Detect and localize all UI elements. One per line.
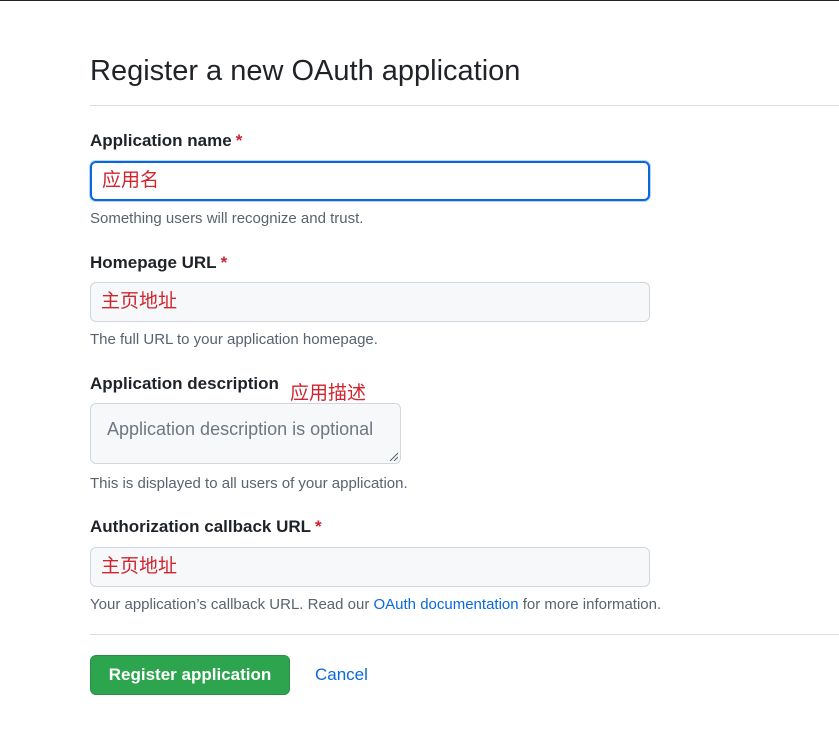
required-mark: * [235, 131, 243, 150]
title-divider [90, 105, 839, 106]
homepage-url-hint: The full URL to your application homepag… [90, 331, 378, 348]
resize-grip-icon[interactable] [388, 451, 398, 461]
register-application-button[interactable]: Register application [90, 655, 290, 695]
homepage-url-input[interactable]: 主页地址 [90, 282, 650, 322]
description-textarea[interactable]: Application description is optional [90, 403, 401, 464]
required-mark: * [315, 517, 322, 536]
description-label: Application description [90, 374, 279, 393]
callback-hint-suffix: for more information. [518, 596, 662, 613]
description-annotation: 应用描述 [290, 383, 367, 404]
cancel-button[interactable]: Cancel [315, 655, 368, 695]
footer-divider [90, 634, 839, 635]
homepage-url-label: Homepage URL * [90, 253, 227, 273]
callback-url-value: 主页地址 [101, 556, 178, 577]
window-top-border [0, 0, 839, 1]
required-mark: * [220, 253, 228, 272]
app-name-input[interactable]: 应用名 [90, 161, 650, 201]
app-name-label-text: Application name [90, 131, 232, 150]
page-title: Register a new OAuth application [90, 55, 521, 87]
app-name-label: Application name * [90, 131, 242, 151]
oauth-documentation-link[interactable]: OAuth documentation [374, 596, 519, 613]
description-placeholder: Application description is optional [107, 419, 374, 439]
homepage-url-label-text: Homepage URL [90, 253, 217, 272]
description-hint: This is displayed to all users of your a… [90, 475, 408, 492]
callback-url-input[interactable]: 主页地址 [90, 547, 650, 587]
callback-url-label: Authorization callback URL * [90, 517, 322, 537]
app-name-hint: Something users will recognize and trust… [90, 210, 364, 227]
callback-hint-prefix: Your application’s callback URL. Read ou… [90, 596, 374, 613]
app-name-value: 应用名 [102, 170, 160, 191]
callback-url-hint: Your application’s callback URL. Read ou… [90, 596, 661, 613]
callback-url-label-text: Authorization callback URL [90, 517, 312, 536]
homepage-url-value: 主页地址 [101, 291, 178, 312]
